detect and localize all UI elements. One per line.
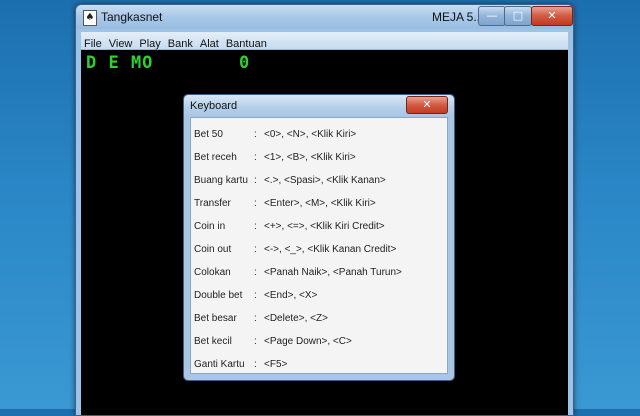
shortcut-separator: : bbox=[254, 152, 257, 163]
dialog-title-bar[interactable]: Keyboard ✕ bbox=[184, 95, 454, 117]
shortcut-keys: <.>, <Spasi>, <Klik Kanan> bbox=[264, 175, 386, 186]
shortcut-separator: : bbox=[254, 313, 257, 324]
maximize-button[interactable]: □ bbox=[504, 6, 532, 26]
shortcut-row: Bet besar : <Delete>, <Z> bbox=[194, 313, 447, 327]
shortcut-name: Transfer bbox=[194, 198, 231, 209]
shortcut-row: Bet kecil : <Page Down>, <C> bbox=[194, 336, 447, 350]
shortcut-keys: <Enter>, <M>, <Klik Kiri> bbox=[264, 198, 376, 209]
shortcut-separator: : bbox=[254, 175, 257, 186]
shortcut-name: Colokan bbox=[194, 267, 231, 278]
shortcut-separator: : bbox=[254, 198, 257, 209]
menu-file[interactable]: File bbox=[81, 36, 106, 50]
shortcut-name: Bet 50 bbox=[194, 129, 223, 140]
shortcut-keys: <Page Down>, <C> bbox=[264, 336, 352, 347]
shortcut-row: Transfer : <Enter>, <M>, <Klik Kiri> bbox=[194, 198, 447, 212]
shortcut-separator: : bbox=[254, 359, 257, 370]
shortcut-list: Bet 50 : <0>, <N>, <Klik Kiri> Bet receh… bbox=[190, 117, 448, 374]
menu-play[interactable]: Play bbox=[136, 36, 164, 50]
menu-bar: File View Play Bank Alat Bantuan bbox=[81, 32, 568, 50]
keyboard-dialog: Keyboard ✕ Bet 50 : <0>, <N>, <Klik Kiri… bbox=[183, 94, 455, 381]
shortcut-row: Bet receh : <1>, <B>, <Klik Kiri> bbox=[194, 152, 447, 166]
shortcut-name: Bet kecil bbox=[194, 336, 232, 347]
shortcut-name: Bet besar bbox=[194, 313, 237, 324]
shortcut-row: Buang kartu : <.>, <Spasi>, <Klik Kanan> bbox=[194, 175, 447, 189]
shortcut-separator: : bbox=[254, 336, 257, 347]
shortcut-name: Bet receh bbox=[194, 152, 237, 163]
shortcut-row: Double bet : <End>, <X> bbox=[194, 290, 447, 304]
shortcut-row: Coin in : <+>, <=>, <Klik Kiri Credit> bbox=[194, 221, 447, 235]
shortcut-row: Coin out : <->, <_>, <Klik Kanan Credit> bbox=[194, 244, 447, 258]
title-bar[interactable]: ♠ Tangkasnet MEJA 5... — □ ✕ bbox=[76, 5, 573, 29]
shortcut-keys: <End>, <X> bbox=[264, 290, 318, 301]
shortcut-name: Coin in bbox=[194, 221, 226, 232]
dialog-title: Keyboard bbox=[190, 100, 238, 112]
menu-bantuan[interactable]: Bantuan bbox=[223, 36, 271, 50]
shortcut-name: Ganti Kartu bbox=[194, 359, 245, 370]
menu-bank[interactable]: Bank bbox=[165, 36, 197, 50]
shortcut-name: Buang kartu bbox=[194, 175, 248, 186]
close-button[interactable]: ✕ bbox=[531, 6, 573, 26]
shortcut-row: Colokan : <Panah Naik>, <Panah Turun> bbox=[194, 267, 447, 281]
shortcut-keys: <0>, <N>, <Klik Kiri> bbox=[264, 129, 357, 140]
window-title: Tangkasnet bbox=[101, 10, 163, 24]
shortcut-keys: <->, <_>, <Klik Kanan Credit> bbox=[264, 244, 397, 255]
shortcut-keys: <1>, <B>, <Klik Kiri> bbox=[264, 152, 356, 163]
shortcut-name: Double bet bbox=[194, 290, 243, 301]
shortcut-keys: <+>, <=>, <Klik Kiri Credit> bbox=[264, 221, 385, 232]
shortcut-separator: : bbox=[254, 244, 257, 255]
shortcut-keys: <Panah Naik>, <Panah Turun> bbox=[264, 267, 402, 278]
shortcut-separator: : bbox=[254, 221, 257, 232]
shortcut-row: Ganti Kartu : <F5> bbox=[194, 359, 447, 373]
shortcut-separator: : bbox=[254, 267, 257, 278]
mode-label: D E MO bbox=[86, 53, 154, 73]
shortcut-keys: <Delete>, <Z> bbox=[264, 313, 328, 324]
shortcut-row: Bet 50 : <0>, <N>, <Klik Kiri> bbox=[194, 129, 447, 143]
menu-view[interactable]: View bbox=[106, 36, 137, 50]
app-icon[interactable]: ♠ bbox=[83, 10, 97, 26]
dialog-close-button[interactable]: ✕ bbox=[406, 96, 448, 114]
table-title: MEJA 5... bbox=[432, 10, 484, 24]
credit-value: 0 bbox=[239, 53, 250, 73]
menu-alat[interactable]: Alat bbox=[197, 36, 223, 50]
minimize-button[interactable]: — bbox=[478, 6, 506, 26]
shortcut-name: Coin out bbox=[194, 244, 232, 255]
shortcut-separator: : bbox=[254, 290, 257, 301]
shortcut-keys: <F5> bbox=[264, 359, 288, 370]
shortcut-separator: : bbox=[254, 129, 257, 140]
